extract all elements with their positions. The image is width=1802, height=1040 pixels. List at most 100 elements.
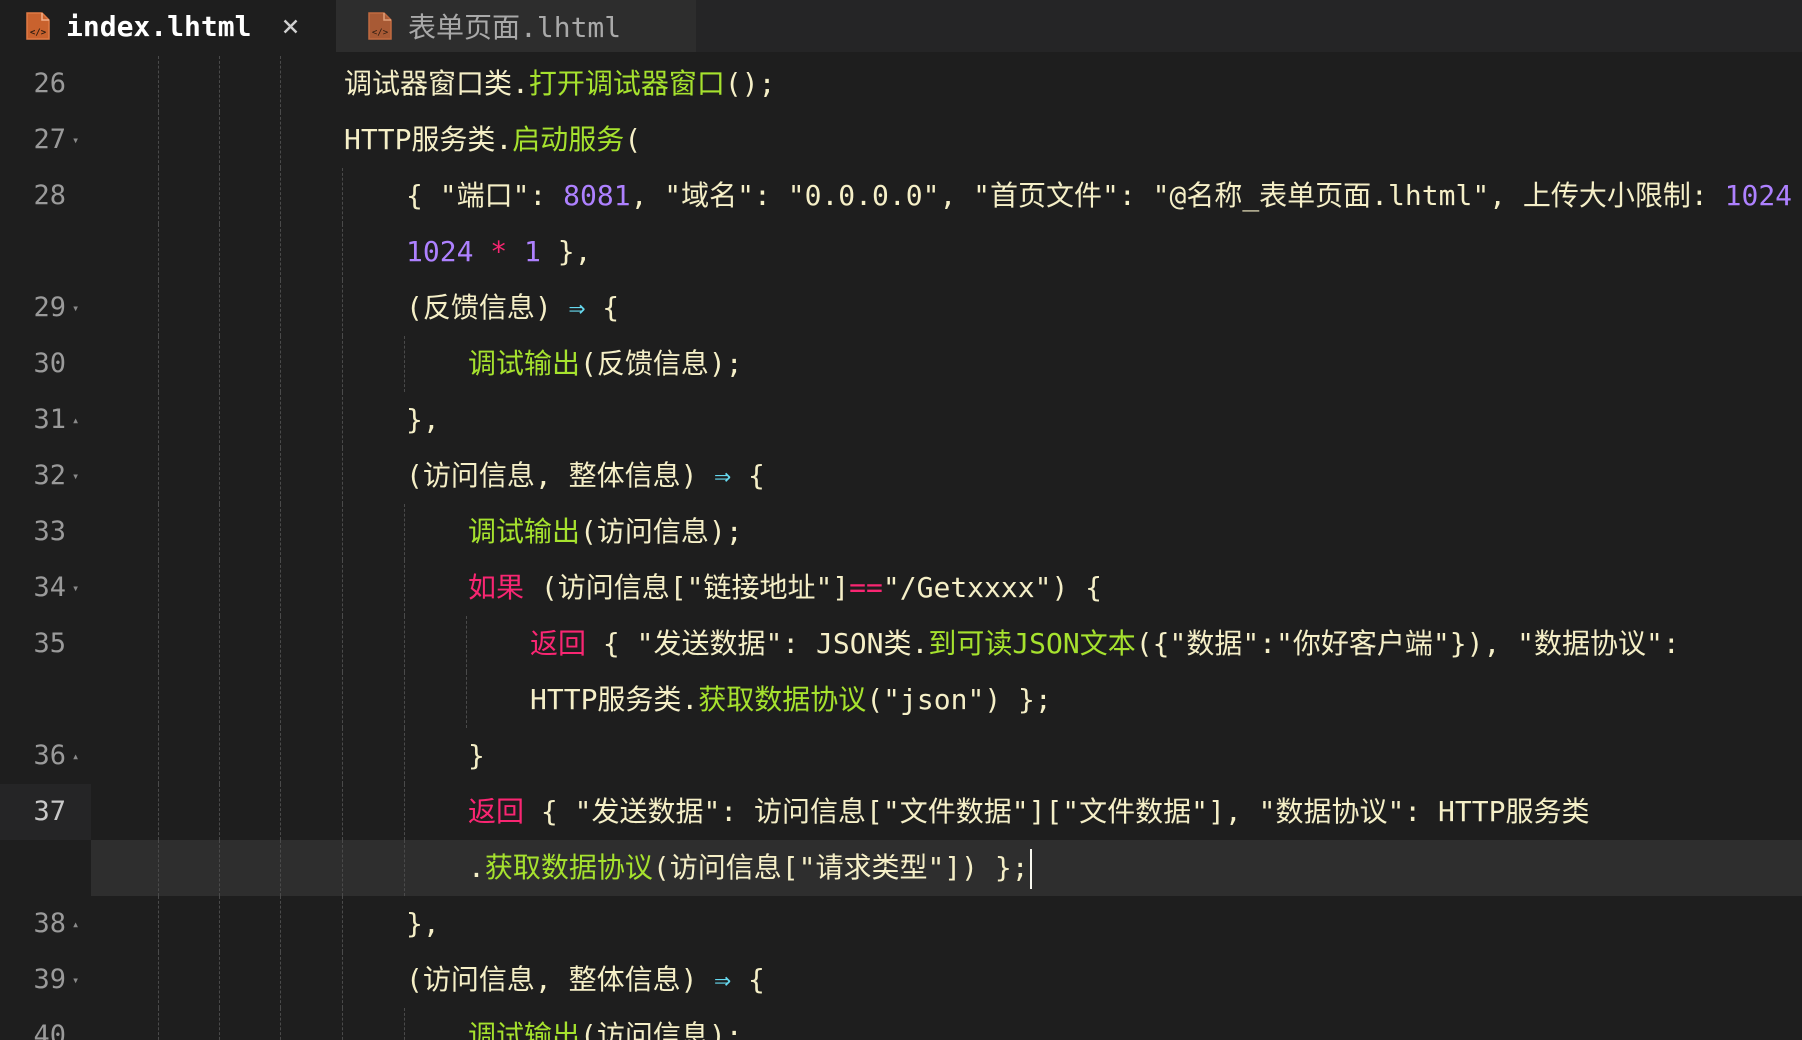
code-line[interactable]: HTTP服务类.获取数据协议("json") }; [0,672,1802,728]
indent-guide [342,1008,343,1040]
line-number: 38 [33,908,66,939]
indent-guide [404,840,405,896]
code-token: ⇒ [714,963,732,996]
indent-guide [342,784,343,840]
svg-text:</>: </> [372,28,389,38]
fold-expanded-icon[interactable]: ▾ [72,448,79,504]
code-token: 获取数据协议 [484,851,653,884]
code-text: 返回 { "发送数据": JSON类.到可读JSON文本({"数据":"你好客户… [530,616,1680,672]
indent-guide [342,168,343,224]
code-text: { "端口": 8081, "域名": "0.0.0.0", "首页文件": "… [406,168,1802,224]
code-line[interactable]: 38 ▴}, [0,896,1802,952]
indent-guide [280,392,281,448]
indent-guide [219,168,220,224]
indent-guide [280,224,281,280]
code-token: 返回 [530,627,587,660]
code-line[interactable]: 40 调试输出(访问信息); [0,1008,1802,1040]
code-token: 调试输出 [468,347,581,380]
indent-guide [404,504,405,560]
indent-guide [280,952,281,1008]
code-line[interactable]: 26 调试器窗口类.打开调试器窗口(); [0,56,1802,112]
indent-guide [280,896,281,952]
indent-guide [219,1008,220,1040]
indent-guide [158,448,159,504]
indent-guide [219,896,220,952]
code-line[interactable]: 35 返回 { "发送数据": JSON类.到可读JSON文本({"数据":"你好… [0,616,1802,672]
code-line[interactable]: 29 ▾ (反馈信息) ⇒ { [0,280,1802,336]
code-text: 1024 * 1 }, [406,224,591,280]
code-line[interactable]: 31 ▴}, [0,392,1802,448]
tab-index-lhtml[interactable]: </> index.lhtml × [0,0,336,52]
indent-guide [404,728,405,784]
code-line[interactable]: 30 调试输出(反馈信息); [0,336,1802,392]
fold-collapsed-icon[interactable]: ▴ [72,392,79,448]
line-number: 36 [33,740,66,771]
code-token: { "发送数据": 访问信息["文件数据"]["文件数据"], "数据协议": … [524,795,1590,828]
code-token: 调试输出 [468,515,581,548]
code-line[interactable]: 33 调试输出(访问信息); [0,504,1802,560]
code-token: HTTP服务类 [344,123,496,156]
indent-guide [342,952,343,1008]
indent-guide [404,560,405,616]
code-token: * [1792,179,1802,212]
code-token: . [512,67,529,100]
indent-guide [342,392,343,448]
indent-guide [158,504,159,560]
indent-guide [280,1008,281,1040]
line-number: 26 [33,68,66,99]
indent-guide [280,280,281,336]
code-text: } [468,728,485,784]
fold-expanded-icon[interactable]: ▾ [72,280,79,336]
indent-guide [280,840,281,896]
fold-expanded-icon[interactable]: ▾ [72,112,79,168]
code-text: HTTP服务类.启动服务( [344,112,641,168]
fold-expanded-icon[interactable]: ▾ [72,952,79,1008]
line-number: 32 [33,460,66,491]
fold-collapsed-icon[interactable]: ▴ [72,728,79,784]
tab-label: index.lhtml [66,9,252,43]
indent-guide [158,672,159,728]
close-icon[interactable]: × [281,9,299,44]
line-number: 31 [33,404,66,435]
code-token: ⇒ [568,291,586,324]
fold-expanded-icon[interactable]: ▾ [72,560,79,616]
code-line[interactable]: 1024 * 1 }, [0,224,1802,280]
indent-guide [280,616,281,672]
code-token: ({"数据":"你好客户端"}), "数据协议": [1135,627,1680,660]
code-line[interactable]: 34 ▾ 如果 (访问信息["链接地址"]=="/Getxxxx") { [0,560,1802,616]
indent-guide [158,560,159,616]
code-text: 调试输出(访问信息); [468,504,743,560]
indent-guide [219,336,220,392]
code-token: } [468,739,485,772]
code-text: (反馈信息) ⇒ { [406,280,619,336]
code-token: (); [724,67,776,100]
code-line[interactable]: 36 ▴} [0,728,1802,784]
code-token: "/Getxxxx") { [882,571,1103,604]
indent-guide [280,784,281,840]
code-line[interactable]: 32 ▾ (访问信息, 整体信息) ⇒ { [0,448,1802,504]
indent-guide [280,56,281,112]
tab-form-page-lhtml[interactable]: </> 表单页面.lhtml [336,0,696,52]
code-line[interactable]: 37 返回 { "发送数据": 访问信息["文件数据"]["文件数据"], "数据… [0,784,1802,840]
code-token: ("json") }; [866,683,1052,716]
indent-guide [280,560,281,616]
code-line[interactable]: .获取数据协议(访问信息["请求类型"]) }; [0,840,1802,896]
line-number: 29 [33,292,66,323]
indent-guide [158,728,159,784]
line-number [0,224,66,280]
indent-guide [219,840,220,896]
indent-guide [466,616,467,672]
fold-collapsed-icon[interactable]: ▴ [72,896,79,952]
code-line[interactable]: 39 ▾ (访问信息, 整体信息) ⇒ { [0,952,1802,1008]
code-token: == [849,571,883,604]
code-token: 如果 [468,571,525,604]
tab-bar: </> index.lhtml × </> 表单页面.lhtml [0,0,1802,52]
code-line[interactable]: 28 { "端口": 8081, "域名": "0.0.0.0", "首页文件":… [0,168,1802,224]
code-text: 调试输出(反馈信息); [468,336,743,392]
indent-guide [280,728,281,784]
code-line[interactable]: 27 ▾ HTTP服务类.启动服务( [0,112,1802,168]
code-editor[interactable]: 26 调试器窗口类.打开调试器窗口(); 27 ▾ HTTP服务类.启动服务(28{ "… [0,52,1802,1040]
indent-guide [280,448,281,504]
html-file-icon: </> [24,10,52,42]
indent-guide [342,728,343,784]
